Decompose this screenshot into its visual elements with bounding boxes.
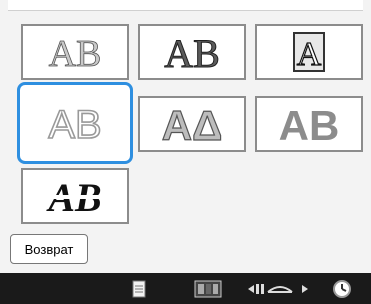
svg-text:AB: AB xyxy=(48,103,101,145)
font-tile-7[interactable]: AB xyxy=(21,168,129,224)
document-icon[interactable] xyxy=(128,276,150,301)
font-tile-2[interactable]: AB xyxy=(138,24,246,80)
font-tile-3[interactable]: A xyxy=(255,24,363,80)
font-tile-1[interactable]: AB xyxy=(21,24,129,80)
svg-text:AB: AB xyxy=(279,102,340,146)
font-sample-2: AB xyxy=(164,31,221,75)
font-tile-5[interactable]: AΔ xyxy=(138,96,246,152)
clock-icon[interactable] xyxy=(330,276,354,301)
pattern-icon[interactable] xyxy=(193,276,223,301)
font-sample-1: AB xyxy=(48,33,102,74)
svg-text:AΔ: AΔ xyxy=(162,102,223,146)
svg-text:AB: AB xyxy=(164,31,220,74)
font-sample-3: A xyxy=(293,32,325,74)
embroidery-font-select-screen: AB AB A AB AΔ AB AB Возврат xyxy=(0,0,371,304)
font-sample-4: AB xyxy=(48,102,103,145)
bottom-toolbar xyxy=(0,273,371,304)
font-tile-4[interactable]: AB xyxy=(17,82,133,164)
back-button[interactable]: Возврат xyxy=(10,234,88,264)
back-button-label: Возврат xyxy=(24,241,74,257)
font-tile-6[interactable]: AB xyxy=(255,96,363,152)
font-sample-5: AΔ xyxy=(161,102,223,146)
top-bar xyxy=(8,0,363,11)
font-sample-7: AB xyxy=(45,175,101,218)
font-sample-6: AB xyxy=(279,102,340,146)
width-adjust-icon[interactable] xyxy=(245,276,311,301)
svg-text:A: A xyxy=(297,36,322,73)
svg-text:AB: AB xyxy=(49,33,102,74)
